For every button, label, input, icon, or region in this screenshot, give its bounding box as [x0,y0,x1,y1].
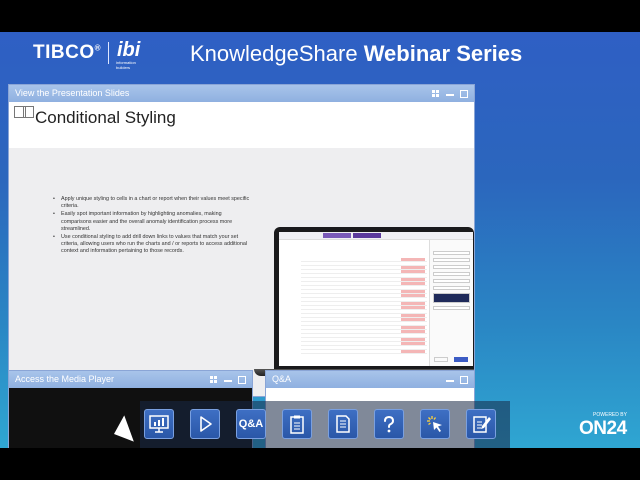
presentation-chart-icon [149,415,169,433]
logo-divider [108,42,109,64]
dock-media-button[interactable] [190,409,220,439]
slide-title: Conditional Styling [35,108,176,127]
layout-grid-icon[interactable] [210,375,218,384]
laptop-image-row [301,350,427,354]
minimize-icon[interactable] [224,377,232,382]
tibco-logo: TIBCO® [33,42,102,63]
slide-bullet: Apply unique styling to cells in a chart… [53,196,253,210]
media-panel-title: Access the Media Player [15,374,115,384]
slide-placeholder-box [23,106,34,118]
media-panel-titlebar[interactable]: Access the Media Player [9,371,252,388]
slides-panel-titlebar[interactable]: View the Presentation Slides [9,85,474,102]
play-icon [200,416,212,432]
clipboard-icon [290,415,304,434]
webinar-series-title: KnowledgeShare Webinar Series [190,41,523,66]
document-icon [336,415,350,433]
layout-grid-icon[interactable] [432,89,440,98]
minimize-icon[interactable] [446,91,454,96]
slide-bullet: Use conditional styling to add drill dow… [53,234,253,256]
minimize-icon[interactable] [446,377,454,382]
cursor-click-icon [427,416,442,432]
slide-canvas: Conditional Styling Apply unique styling… [9,102,474,396]
dock-survey-button[interactable] [282,409,312,439]
notepad-pen-icon [473,416,491,433]
maximize-icon[interactable] [460,89,468,98]
dock-notes-button[interactable] [466,409,496,439]
dock-help-button[interactable] [374,409,404,439]
header: TIBCO® ibi information builders Knowledg… [0,32,640,76]
dock-qa-button[interactable]: Q&A [236,409,266,439]
ibi-logo-subtitle: information builders [116,60,136,70]
engagement-dock: Q&A [140,401,510,448]
question-icon [384,415,395,433]
slide-bullet: Easily spot important information by hig… [53,211,253,233]
slides-panel: View the Presentation Slides Conditional… [8,84,475,397]
dock-resources-button[interactable] [328,409,358,439]
slide-bullets: Apply unique styling to cells in a chart… [53,196,253,257]
qa-panel-titlebar[interactable]: Q&A [266,371,474,388]
webinar-stage: TIBCO® ibi information builders Knowledg… [0,32,640,448]
dock-engagement-button[interactable] [420,409,450,439]
qa-panel-title: Q&A [272,374,292,384]
slide-body: Apply unique styling to cells in a chart… [9,148,474,396]
laptop-screenshot-image [254,227,474,376]
maximize-icon[interactable] [460,375,468,384]
dock-presentation-button[interactable] [144,409,174,439]
on24-logo: ON24 [579,418,627,439]
slides-panel-title: View the Presentation Slides [15,88,130,98]
qa-label: Q&A [238,418,264,430]
ibi-logo: ibi [117,39,141,61]
maximize-icon[interactable] [238,375,246,384]
